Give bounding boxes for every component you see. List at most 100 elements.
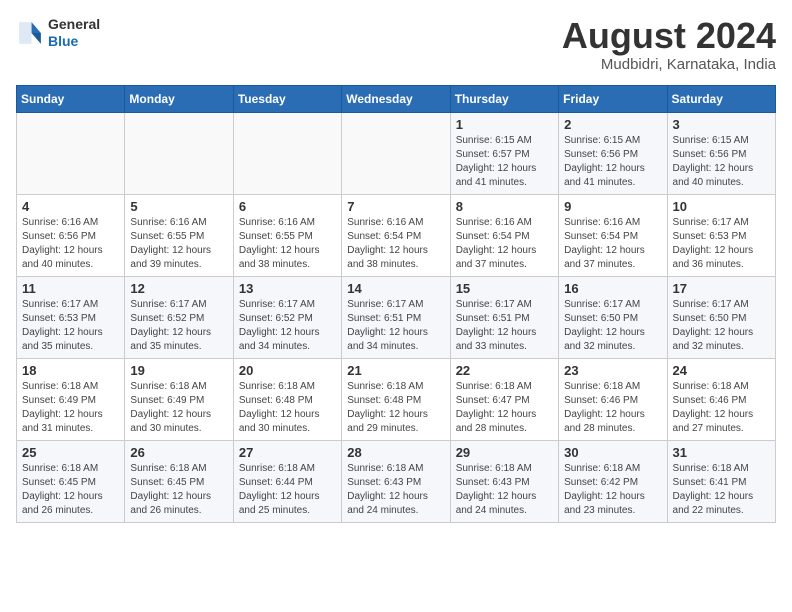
day-info: Sunrise: 6:16 AM Sunset: 6:55 PM Dayligh…	[239, 216, 336, 272]
calendar-header-row: SundayMondayTuesdayWednesdayThursdayFrid…	[17, 85, 776, 112]
calendar-cell	[342, 112, 450, 194]
calendar-cell: 29Sunrise: 6:18 AM Sunset: 6:43 PM Dayli…	[450, 440, 558, 522]
day-number: 2	[564, 117, 661, 132]
calendar-cell: 23Sunrise: 6:18 AM Sunset: 6:46 PM Dayli…	[559, 358, 667, 440]
calendar-cell: 11 Sunrise: 6:17 AM Sunset: 6:53 PM Dayli…	[17, 276, 125, 358]
day-number: 4	[22, 199, 119, 214]
day-info: Sunrise: 6:18 AM Sunset: 6:47 PM Dayligh…	[456, 380, 553, 436]
day-number: 13	[239, 281, 336, 296]
page-header: General Blue August 2024 Mudbidri, Karna…	[16, 16, 776, 73]
calendar-cell: 22 Sunrise: 6:18 AM Sunset: 6:47 PM Dayli…	[450, 358, 558, 440]
month-title: August 2024	[562, 16, 776, 56]
day-info: Sunrise: 6:15 AM Sunset: 6:56 PM Dayligh…	[564, 134, 661, 190]
column-header-saturday: Saturday	[667, 85, 775, 112]
day-info: Sunrise: 6:16 AM Sunset: 6:54 PM Dayligh…	[456, 216, 553, 272]
day-number: 17	[673, 281, 770, 296]
calendar-cell: 15Sunrise: 6:17 AM Sunset: 6:51 PM Dayli…	[450, 276, 558, 358]
day-info: Sunrise: 6:18 AM Sunset: 6:42 PM Dayligh…	[564, 462, 661, 518]
calendar-cell: 12 Sunrise: 6:17 AM Sunset: 6:52 PM Dayli…	[125, 276, 233, 358]
day-number: 18	[22, 363, 119, 378]
calendar-cell: 20 Sunrise: 6:18 AM Sunset: 6:48 PM Dayli…	[233, 358, 341, 440]
day-number: 3	[673, 117, 770, 132]
day-number: 26	[130, 445, 227, 460]
calendar-cell: 26Sunrise: 6:18 AM Sunset: 6:45 PM Dayli…	[125, 440, 233, 522]
day-number: 28	[347, 445, 444, 460]
day-number: 9	[564, 199, 661, 214]
calendar-cell: 9 Sunrise: 6:16 AM Sunset: 6:54 PM Daylig…	[559, 194, 667, 276]
week-row-3: 11 Sunrise: 6:17 AM Sunset: 6:53 PM Dayli…	[17, 276, 776, 358]
column-header-sunday: Sunday	[17, 85, 125, 112]
calendar-cell: 8Sunrise: 6:16 AM Sunset: 6:54 PM Daylig…	[450, 194, 558, 276]
calendar-cell: 31 Sunrise: 6:18 AM Sunset: 6:41 PM Dayli…	[667, 440, 775, 522]
calendar-body: 1 Sunrise: 6:15 AM Sunset: 6:57 PM Daylig…	[17, 112, 776, 522]
day-info: Sunrise: 6:17 AM Sunset: 6:51 PM Dayligh…	[347, 298, 444, 354]
day-number: 1	[456, 117, 553, 132]
column-header-monday: Monday	[125, 85, 233, 112]
day-info: Sunrise: 6:17 AM Sunset: 6:53 PM Dayligh…	[673, 216, 770, 272]
column-header-tuesday: Tuesday	[233, 85, 341, 112]
day-number: 7	[347, 199, 444, 214]
day-info: Sunrise: 6:15 AM Sunset: 6:57 PM Dayligh…	[456, 134, 553, 190]
day-number: 20	[239, 363, 336, 378]
day-info: Sunrise: 6:17 AM Sunset: 6:52 PM Dayligh…	[239, 298, 336, 354]
day-number: 15	[456, 281, 553, 296]
calendar-cell: 19 Sunrise: 6:18 AM Sunset: 6:49 PM Dayli…	[125, 358, 233, 440]
day-info: Sunrise: 6:17 AM Sunset: 6:50 PM Dayligh…	[564, 298, 661, 354]
generalblue-logo-icon	[16, 19, 44, 47]
day-info: Sunrise: 6:17 AM Sunset: 6:50 PM Dayligh…	[673, 298, 770, 354]
calendar-table: SundayMondayTuesdayWednesdayThursdayFrid…	[16, 85, 776, 523]
day-info: Sunrise: 6:18 AM Sunset: 6:48 PM Dayligh…	[239, 380, 336, 436]
calendar-cell: 2 Sunrise: 6:15 AM Sunset: 6:56 PM Daylig…	[559, 112, 667, 194]
day-info: Sunrise: 6:15 AM Sunset: 6:56 PM Dayligh…	[673, 134, 770, 190]
calendar-cell: 3 Sunrise: 6:15 AM Sunset: 6:56 PM Daylig…	[667, 112, 775, 194]
column-header-wednesday: Wednesday	[342, 85, 450, 112]
day-number: 23	[564, 363, 661, 378]
day-info: Sunrise: 6:16 AM Sunset: 6:54 PM Dayligh…	[347, 216, 444, 272]
week-row-2: 4Sunrise: 6:16 AM Sunset: 6:56 PM Daylig…	[17, 194, 776, 276]
week-row-1: 1 Sunrise: 6:15 AM Sunset: 6:57 PM Daylig…	[17, 112, 776, 194]
day-info: Sunrise: 6:16 AM Sunset: 6:54 PM Dayligh…	[564, 216, 661, 272]
day-info: Sunrise: 6:18 AM Sunset: 6:49 PM Dayligh…	[130, 380, 227, 436]
calendar-cell: 13 Sunrise: 6:17 AM Sunset: 6:52 PM Dayli…	[233, 276, 341, 358]
day-info: Sunrise: 6:18 AM Sunset: 6:44 PM Dayligh…	[239, 462, 336, 518]
day-number: 29	[456, 445, 553, 460]
calendar-cell: 17 Sunrise: 6:17 AM Sunset: 6:50 PM Dayli…	[667, 276, 775, 358]
calendar-cell: 18 Sunrise: 6:18 AM Sunset: 6:49 PM Dayli…	[17, 358, 125, 440]
day-number: 11	[22, 281, 119, 296]
day-number: 27	[239, 445, 336, 460]
logo-text: General Blue	[48, 16, 100, 50]
day-number: 24	[673, 363, 770, 378]
calendar-cell	[125, 112, 233, 194]
day-number: 12	[130, 281, 227, 296]
day-info: Sunrise: 6:18 AM Sunset: 6:48 PM Dayligh…	[347, 380, 444, 436]
calendar-cell: 24Sunrise: 6:18 AM Sunset: 6:46 PM Dayli…	[667, 358, 775, 440]
calendar-cell	[233, 112, 341, 194]
day-number: 21	[347, 363, 444, 378]
calendar-cell: 28Sunrise: 6:18 AM Sunset: 6:43 PM Dayli…	[342, 440, 450, 522]
calendar-cell: 21 Sunrise: 6:18 AM Sunset: 6:48 PM Dayli…	[342, 358, 450, 440]
day-info: Sunrise: 6:17 AM Sunset: 6:52 PM Dayligh…	[130, 298, 227, 354]
day-info: Sunrise: 6:18 AM Sunset: 6:45 PM Dayligh…	[22, 462, 119, 518]
day-number: 22	[456, 363, 553, 378]
calendar-cell: 16Sunrise: 6:17 AM Sunset: 6:50 PM Dayli…	[559, 276, 667, 358]
day-number: 31	[673, 445, 770, 460]
calendar-cell: 5 Sunrise: 6:16 AM Sunset: 6:55 PM Daylig…	[125, 194, 233, 276]
day-number: 5	[130, 199, 227, 214]
column-header-friday: Friday	[559, 85, 667, 112]
logo: General Blue	[16, 16, 100, 50]
day-number: 14	[347, 281, 444, 296]
day-number: 19	[130, 363, 227, 378]
calendar-cell: 6Sunrise: 6:16 AM Sunset: 6:55 PM Daylig…	[233, 194, 341, 276]
column-header-thursday: Thursday	[450, 85, 558, 112]
day-number: 25	[22, 445, 119, 460]
title-area: August 2024 Mudbidri, Karnataka, India	[562, 16, 776, 73]
day-info: Sunrise: 6:18 AM Sunset: 6:49 PM Dayligh…	[22, 380, 119, 436]
calendar-cell: 7 Sunrise: 6:16 AM Sunset: 6:54 PM Daylig…	[342, 194, 450, 276]
day-number: 10	[673, 199, 770, 214]
week-row-4: 18 Sunrise: 6:18 AM Sunset: 6:49 PM Dayli…	[17, 358, 776, 440]
calendar-cell: 4Sunrise: 6:16 AM Sunset: 6:56 PM Daylig…	[17, 194, 125, 276]
day-info: Sunrise: 6:17 AM Sunset: 6:53 PM Dayligh…	[22, 298, 119, 354]
day-info: Sunrise: 6:18 AM Sunset: 6:41 PM Dayligh…	[673, 462, 770, 518]
calendar-cell: 30Sunrise: 6:18 AM Sunset: 6:42 PM Dayli…	[559, 440, 667, 522]
day-info: Sunrise: 6:16 AM Sunset: 6:55 PM Dayligh…	[130, 216, 227, 272]
